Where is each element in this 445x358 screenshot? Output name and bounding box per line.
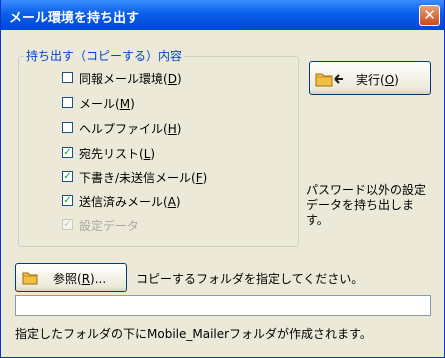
folder-hint: コピーするフォルダを指定してください。 — [136, 272, 364, 286]
run-button[interactable]: 実行(O) — [309, 61, 431, 95]
close-button[interactable]: ✕ — [419, 5, 440, 26]
window-title: メール環境を持ち出す — [9, 11, 140, 26]
checkbox-box: ✓ — [62, 219, 73, 230]
checkbox-box[interactable] — [62, 122, 73, 133]
browse-button[interactable]: 参照(R)... — [15, 263, 127, 292]
folder-icon — [22, 272, 38, 285]
checkbox-box[interactable] — [62, 97, 73, 108]
title-bar[interactable]: メール環境を持ち出す ✕ — [1, 0, 444, 30]
folder-export-icon — [315, 73, 343, 87]
checkbox-box[interactable]: ✓ — [62, 195, 73, 206]
settings-note: パスワード以外の設定データを持ち出します。 — [306, 183, 427, 227]
groupbox-legend: 持ち出す（コピーする）内容 — [24, 47, 185, 64]
folder-path-input[interactable] — [15, 295, 431, 316]
footer-note: 指定したフォルダの下にMobile_Mailerフォルダが作成されます。 — [15, 327, 372, 341]
dialog-window: メール環境を持ち出す ✕ 持ち出す（コピーする）内容 同報メール環境(D) メー… — [0, 0, 445, 358]
checkbox-box[interactable]: ✓ — [62, 171, 73, 182]
checkbox-box[interactable]: ✓ — [62, 147, 73, 158]
checkbox-box[interactable] — [62, 72, 73, 83]
